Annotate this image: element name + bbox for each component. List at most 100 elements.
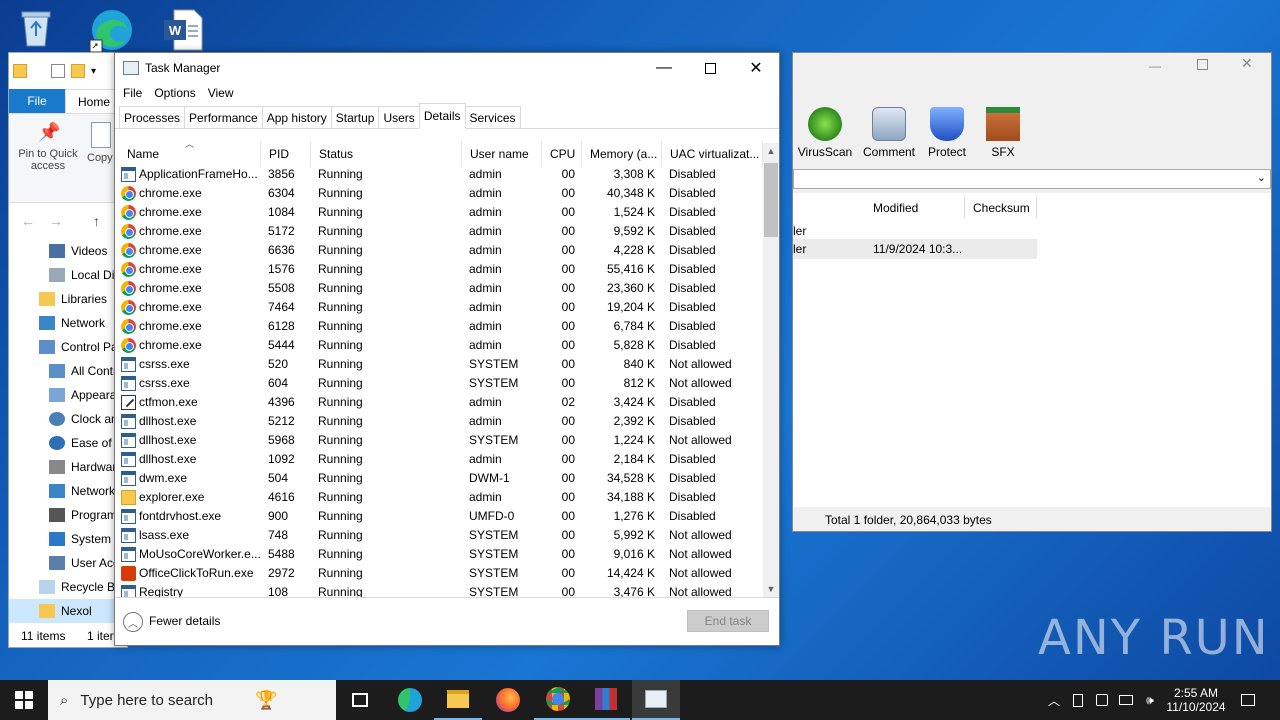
taskbar-firefox[interactable]	[484, 680, 532, 720]
menu-view[interactable]: View	[202, 83, 240, 103]
edge-desktop-icon[interactable]	[88, 6, 132, 53]
nav-item[interactable]: Hardwar	[9, 455, 127, 479]
chevron-up-icon[interactable]: ︿	[123, 612, 143, 632]
column-header-name[interactable]: Name	[119, 141, 261, 167]
taskbar-chrome[interactable]	[534, 680, 582, 720]
nav-item[interactable]: Control Pa	[9, 335, 127, 359]
tab-app-history[interactable]: App history	[261, 106, 332, 128]
fewer-details-link[interactable]: Fewer details	[149, 614, 220, 628]
comment-button[interactable]: Comment	[857, 107, 921, 159]
process-row[interactable]: chrome.exe 1084 Running admin 00 1,524 K Disab…	[119, 203, 763, 222]
taskbar-file-explorer[interactable]	[434, 680, 482, 720]
tab-services[interactable]: Services	[464, 106, 521, 128]
file-row[interactable]: ler 11/9/2024 10:3...	[793, 239, 1037, 259]
scroll-down-icon[interactable]: ▼	[763, 581, 779, 597]
search-box[interactable]: ⌕ Type here to search 🏆	[48, 680, 336, 720]
end-task-button[interactable]: End task	[687, 610, 769, 632]
process-row[interactable]: chrome.exe 6128 Running admin 00 6,784 K Disab…	[119, 317, 763, 336]
nav-item[interactable]: Local Dis	[9, 263, 127, 287]
minimize-icon[interactable]: —	[1149, 59, 1161, 73]
process-row[interactable]: dllhost.exe 5968 Running SYSTEM 00 1,224 K Not…	[119, 431, 763, 450]
virusscan-button[interactable]: VirusScan	[793, 107, 857, 159]
notification-center[interactable]	[1234, 680, 1262, 720]
nav-item[interactable]: Videos	[9, 239, 127, 263]
process-row[interactable]: chrome.exe 7464 Running admin 00 19,204 K Disa…	[119, 298, 763, 317]
column-header-status[interactable]: Status	[311, 141, 462, 167]
process-row[interactable]: ApplicationFrameHo... 3856 Running admin 00 3…	[119, 165, 763, 184]
nav-item[interactable]: Network	[9, 479, 127, 503]
process-row[interactable]: ctfmon.exe 4396 Running admin 02 3,424 K Disab…	[119, 393, 763, 412]
process-row[interactable]: chrome.exe 6636 Running admin 00 4,228 K Disab…	[119, 241, 763, 260]
path-combobox[interactable]: ⌄	[793, 169, 1271, 189]
tab-file[interactable]: File	[9, 89, 65, 113]
tray-app-icon[interactable]	[1092, 680, 1112, 720]
taskbar-task-manager[interactable]	[632, 680, 680, 720]
minimize-button[interactable]: —	[641, 53, 687, 83]
word-document-icon[interactable]: W	[160, 6, 204, 51]
maximize-icon[interactable]	[1197, 59, 1208, 70]
tab-startup[interactable]: Startup	[330, 106, 380, 128]
column-header-user-name[interactable]: User name	[462, 141, 542, 167]
nav-item[interactable]: Ease of A	[9, 431, 127, 455]
file-explorer-window[interactable]: ▾ File Home 📌 Pin to Quick access Copy ←…	[8, 52, 128, 648]
process-row[interactable]: explorer.exe 4616 Running admin 00 34,188 K Di…	[119, 488, 763, 507]
column-header-modified[interactable]: Modified	[865, 197, 965, 219]
archiver-window[interactable]: — ✕ VirusScan Comment Protect SFX ⌄ Modi…	[792, 52, 1272, 532]
tray-clock[interactable]: 2:55 AM 11/10/2024	[1162, 680, 1230, 720]
process-row[interactable]: chrome.exe 5172 Running admin 00 9,592 K Disab…	[119, 222, 763, 241]
process-row[interactable]: dllhost.exe 1092 Running admin 00 2,184 K Disa…	[119, 450, 763, 469]
nav-item[interactable]: Program	[9, 503, 127, 527]
close-button[interactable]: ✕	[733, 53, 779, 83]
column-header-uac[interactable]: UAC virtualizat...	[662, 141, 763, 167]
column-header-memory[interactable]: Memory (a...	[582, 141, 662, 167]
process-row[interactable]: dwm.exe 504 Running DWM-1 00 34,528 K Disabled	[119, 469, 763, 488]
nav-item-selected[interactable]: Nexol	[9, 599, 127, 623]
process-row[interactable]: fontdrvhost.exe 900 Running UMFD-0 00 1,276 K…	[119, 507, 763, 526]
column-header-checksum[interactable]: Checksum	[967, 197, 1037, 219]
process-row[interactable]: OfficeClickToRun.exe 2972 Running SYSTEM 00 1…	[119, 564, 763, 583]
process-row[interactable]: csrss.exe 604 Running SYSTEM 00 812 K Not allo…	[119, 374, 763, 393]
nav-item[interactable]: Recycle Bi	[9, 575, 127, 599]
process-row[interactable]: lsass.exe 748 Running SYSTEM 00 5,992 K Not al…	[119, 526, 763, 545]
tab-users[interactable]: Users	[378, 106, 420, 128]
process-row[interactable]: MoUsoCoreWorker.e... 5488 Running SYSTEM 00 9…	[119, 545, 763, 564]
tab-details[interactable]: Details	[418, 103, 466, 129]
process-row[interactable]: chrome.exe 1576 Running admin 00 55,416 K Disa…	[119, 260, 763, 279]
tray-volume[interactable]: 🕪	[1140, 680, 1160, 720]
nav-item[interactable]: All Contr	[9, 359, 127, 383]
sfx-button[interactable]: SFX	[971, 107, 1035, 159]
tray-network[interactable]	[1116, 680, 1136, 720]
tab-performance[interactable]: Performance	[184, 106, 263, 128]
forward-arrow-icon[interactable]: →	[49, 213, 63, 229]
nav-item[interactable]: Network	[9, 311, 127, 335]
new-folder-icon[interactable]	[71, 64, 85, 78]
nav-item[interactable]: Libraries	[9, 287, 127, 311]
column-header-pid[interactable]: PID	[261, 141, 311, 167]
task-view-button[interactable]	[336, 680, 384, 720]
process-row[interactable]: chrome.exe 5444 Running admin 00 5,828 K Disab…	[119, 336, 763, 355]
nav-item[interactable]: User Acc	[9, 551, 127, 575]
task-manager-window[interactable]: Task Manager — ✕ File Options View Proce…	[114, 52, 780, 646]
taskbar-winrar[interactable]	[582, 680, 630, 720]
tray-app-icon[interactable]	[1068, 680, 1088, 720]
process-row[interactable]: csrss.exe 520 Running SYSTEM 00 840 K Not allo…	[119, 355, 763, 374]
dropdown-arrow-icon[interactable]: ▾	[91, 66, 96, 77]
nav-item[interactable]: System a	[9, 527, 127, 551]
taskbar-edge[interactable]	[386, 680, 434, 720]
up-arrow-icon[interactable]: ↑	[93, 213, 100, 229]
column-header-cpu[interactable]: CPU	[542, 141, 582, 167]
pin-button[interactable]: 📌 Pin to Quick access	[13, 122, 83, 172]
process-row[interactable]: Registry 108 Running SYSTEM 00 3,476 K Not all…	[119, 583, 763, 597]
nav-item[interactable]: Clock an	[9, 407, 127, 431]
vertical-scrollbar[interactable]: ▲ ▼	[763, 143, 779, 597]
menu-file[interactable]: File	[117, 83, 148, 103]
process-row[interactable]: dllhost.exe 5212 Running admin 00 2,392 K Disa…	[119, 412, 763, 431]
show-hidden-icons[interactable]: ︿	[1044, 680, 1064, 720]
file-row[interactable]: ler	[793, 221, 1037, 241]
process-row[interactable]: chrome.exe 5508 Running admin 00 23,360 K Disa…	[119, 279, 763, 298]
chevron-down-icon[interactable]: ⌄	[1257, 171, 1266, 184]
tab-processes[interactable]: Processes	[119, 106, 186, 128]
process-row[interactable]: chrome.exe 6304 Running admin 00 40,348 K Disa…	[119, 184, 763, 203]
nav-item[interactable]: Appeara	[9, 383, 127, 407]
scroll-thumb[interactable]	[764, 163, 778, 237]
